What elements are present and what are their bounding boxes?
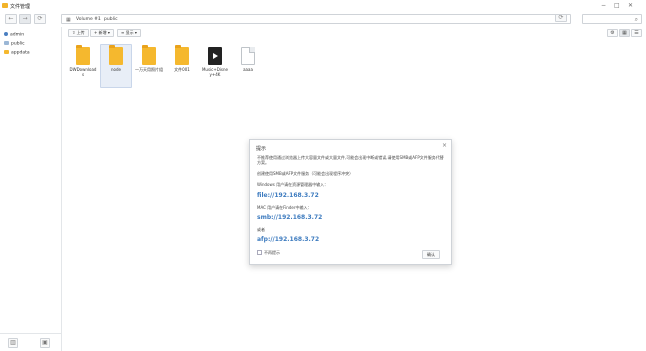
list-view-button[interactable]: ☰ (631, 29, 642, 37)
file-name: aaaa (243, 67, 253, 72)
grid-icon: ▦ (622, 30, 627, 36)
new-button[interactable]: + 新增 ▾ (90, 29, 114, 37)
minimize-button[interactable]: − (601, 2, 606, 9)
maximize-button[interactable]: □ (614, 2, 620, 9)
file-item[interactable]: aaaa (232, 44, 264, 88)
dialog-title: 提示 (256, 146, 267, 152)
settings-button[interactable]: ⚙ (607, 29, 618, 37)
sidebar-item-label: public (11, 41, 25, 47)
toolbar: ⇧ 上传 + 新增 ▾ ≡ 显示 ▾ ⚙ ▦ ☰ (63, 27, 646, 40)
sidebar-item-label: appdata (11, 50, 30, 56)
dont-show-checkbox[interactable] (257, 250, 262, 255)
breadcrumb-public[interactable]: public (104, 17, 118, 22)
folder-icon (76, 45, 90, 65)
folder-path-icon: ▦ (66, 17, 71, 23)
folder-icon (175, 45, 189, 65)
smb-afp-tip-dialog: 提示 × 不推荐使用通过浏览器上传大容量文件或大量文件,可能会出现中断或错误,请… (249, 139, 452, 265)
search-icon[interactable]: ⌕ (635, 16, 638, 24)
sidebar-item-admin[interactable]: admin (4, 32, 24, 38)
title-bar: 文件管理 − □ ✕ (0, 0, 646, 12)
file-item[interactable]: DWDownloads (67, 44, 99, 88)
ok-button[interactable]: 确认 (422, 250, 440, 259)
file-name: Music+Disney+4K (201, 67, 228, 77)
document-icon (241, 47, 255, 65)
file-name: 文件001 (174, 67, 190, 72)
navigation-bar: ← → ⟳ ▦ Volume #1 › public ⟳ ⌕ (0, 12, 646, 27)
windows-path[interactable]: file://192.168.3.72 (257, 192, 319, 199)
file-name: 一万天用照片组 (135, 67, 163, 72)
mac-smb-path[interactable]: smb://192.168.3.72 (257, 214, 322, 221)
sidebar-item-label: admin (10, 32, 25, 38)
user-icon (4, 32, 8, 36)
file-name: DWDownloads (69, 67, 97, 77)
mac-afp-path[interactable]: afp://192.168.3.72 (257, 236, 319, 243)
file-manager-icon (2, 3, 8, 8)
forward-button[interactable]: → (19, 14, 31, 24)
or-label: 或者 (257, 227, 265, 232)
trash-icon: ▥ (10, 339, 16, 346)
close-icon[interactable]: × (442, 142, 447, 149)
dialog-subtext: 创建使用SMB或AFP文件服务（可能会出现程序冲突） (257, 171, 354, 176)
upload-button[interactable]: ⇧ 上传 (68, 29, 89, 37)
address-bar[interactable]: ▦ Volume #1 › public (61, 14, 571, 24)
folder-icon (4, 50, 9, 54)
breadcrumb-separator: › (98, 17, 100, 22)
file-item[interactable]: 文件001 (166, 44, 198, 88)
sidebar-item-public[interactable]: public (4, 41, 25, 47)
dialog-message: 不推荐使用通过浏览器上传大容量文件或大量文件,可能会出现中断或错误,请使用SMB… (257, 155, 444, 165)
trash-button[interactable]: ▥ (8, 338, 18, 348)
sidebar: admin public appdata ▥ ▣ (0, 27, 62, 351)
share-folder-icon (4, 41, 9, 45)
folder-icon (142, 45, 156, 65)
sidebar-item-appdata[interactable]: appdata (4, 50, 30, 56)
file-name: node (111, 67, 121, 72)
gear-icon: ⚙ (610, 30, 615, 36)
windows-instruction: Windows 用户请在资源管理器中输入： (257, 182, 329, 187)
view-menu-button[interactable]: ≡ 显示 ▾ (117, 29, 141, 37)
app-title: 文件管理 (10, 4, 31, 10)
list-view-icon: ☰ (634, 30, 639, 36)
refresh-button[interactable]: ⟳ (555, 14, 567, 22)
dont-show-label: 不再提示 (264, 250, 280, 255)
video-file-icon (208, 47, 222, 65)
file-item[interactable]: 一万天用照片组 (133, 44, 165, 88)
file-item[interactable]: Music+Disney+4K (199, 44, 231, 88)
search-input[interactable]: ⌕ (582, 14, 642, 24)
file-item[interactable]: node (100, 44, 132, 88)
image-view-button[interactable]: ▣ (40, 338, 50, 348)
grid-view-button[interactable]: ▦ (619, 29, 630, 37)
folder-icon (109, 45, 123, 65)
sidebar-footer: ▥ ▣ (0, 333, 62, 351)
mac-instruction: MAC 用户请在Finder中输入： (257, 205, 312, 210)
close-button[interactable]: ✕ (628, 2, 633, 9)
refresh-nav-button[interactable]: ⟳ (34, 14, 46, 24)
back-button[interactable]: ← (5, 14, 17, 24)
image-icon: ▣ (42, 339, 48, 346)
